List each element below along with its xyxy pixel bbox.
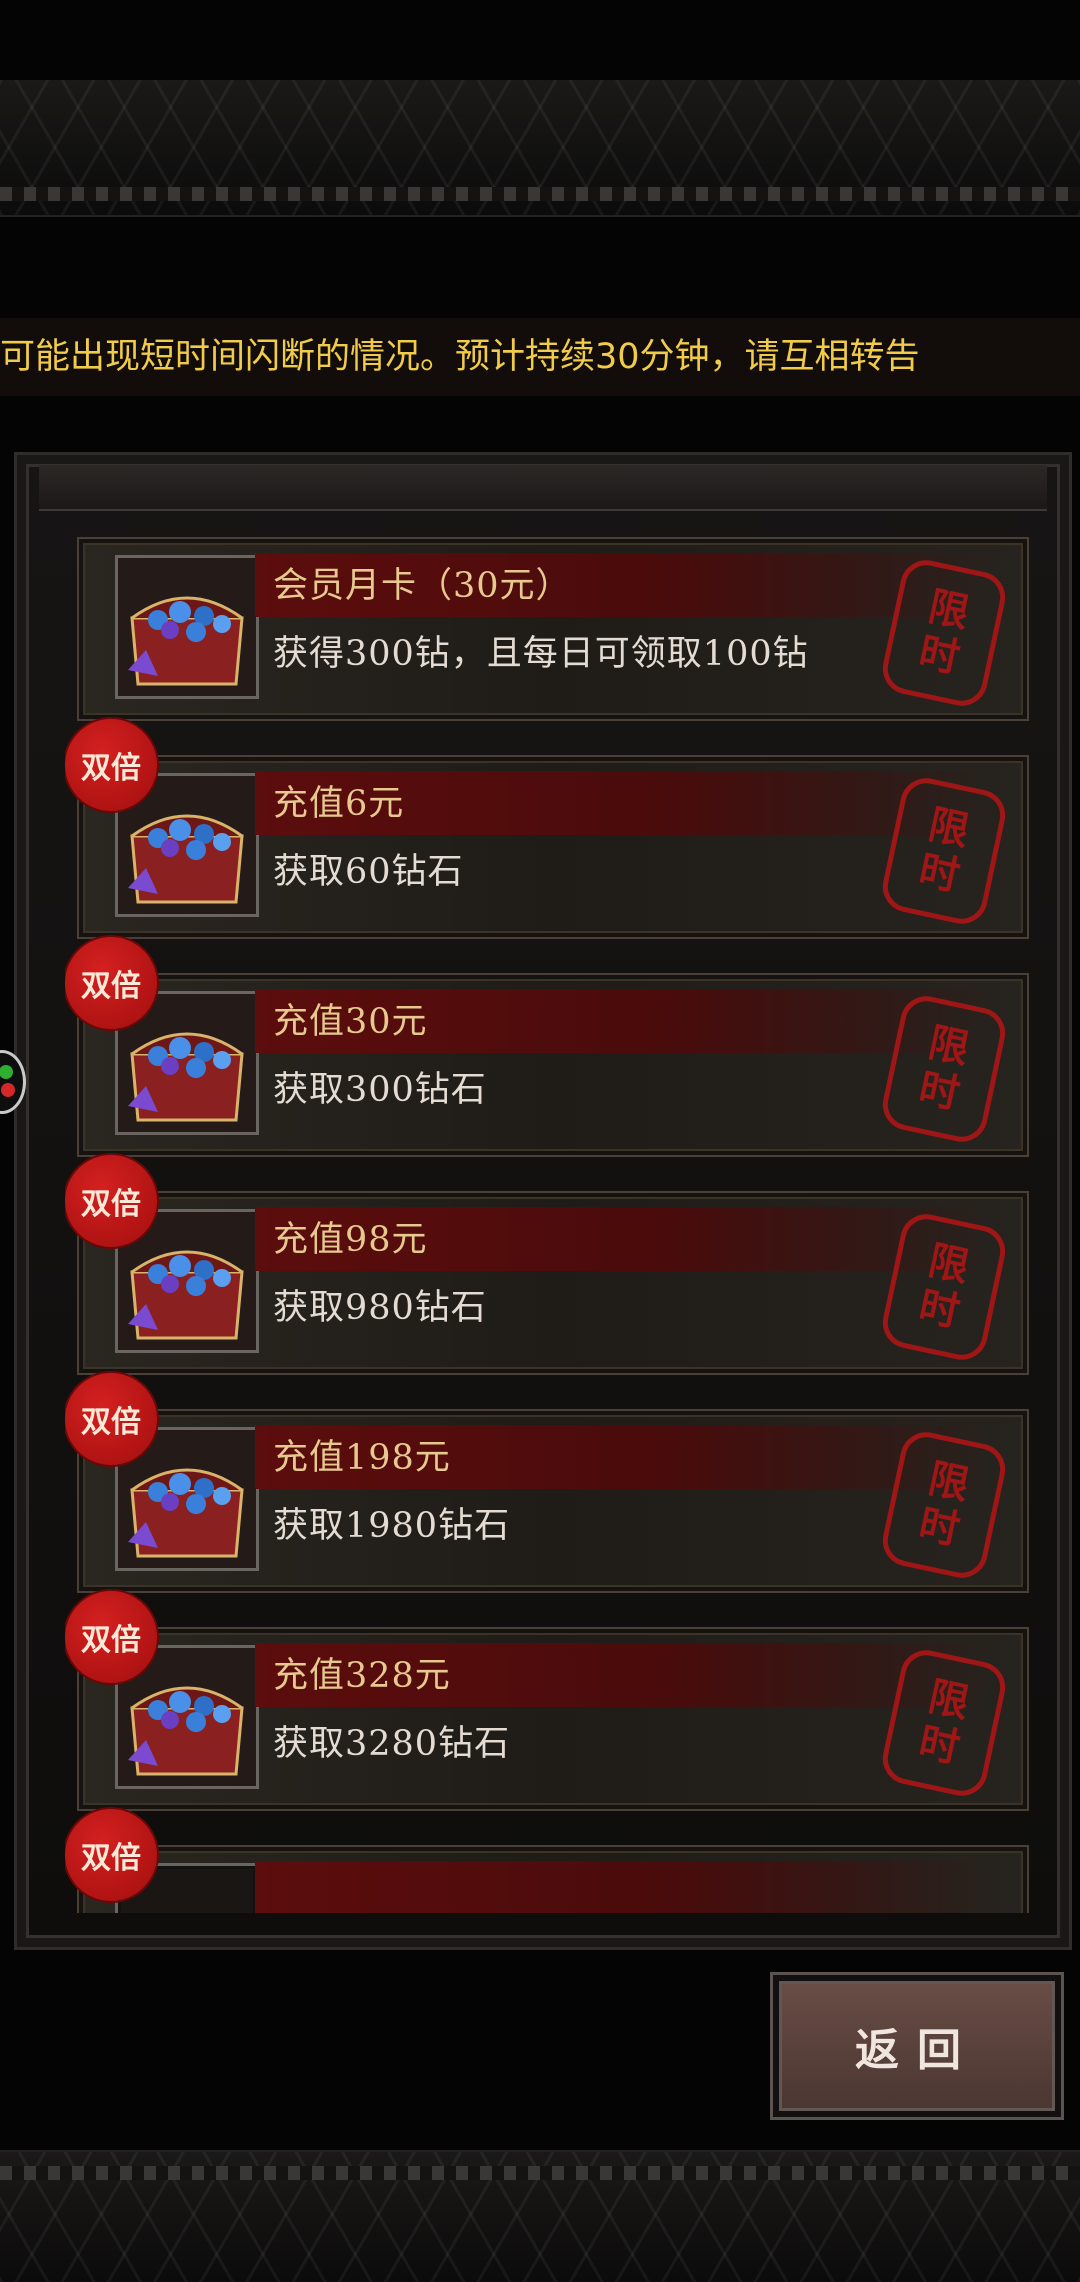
item-name: 充值30元 xyxy=(273,1002,428,1042)
double-badge: 双倍 xyxy=(65,719,157,811)
recharge-item-328[interactable]: 双倍 充值328元 获取3280钻石 限时 xyxy=(65,1591,1029,1811)
recharge-list[interactable]: 会员月卡（30元） 获得300钻，且每日可领取100钻 限时 双倍 充值6元 获… xyxy=(65,537,1037,1913)
item-name: 充值198元 xyxy=(273,1438,451,1478)
top-ornament-band xyxy=(0,80,1080,217)
recharge-item-monthly-card[interactable]: 会员月卡（30元） 获得300钻，且每日可领取100钻 限时 xyxy=(77,537,1029,721)
double-badge: 双倍 xyxy=(65,937,157,1029)
gem-chest-icon xyxy=(115,555,259,699)
item-description: 获取3280钻石 xyxy=(273,1724,511,1764)
item-description: 获取60钻石 xyxy=(273,852,464,892)
item-description: 获取1980钻石 xyxy=(273,1506,511,1546)
green-dot-icon xyxy=(0,1065,13,1079)
item-name: 会员月卡（30元） xyxy=(273,566,572,606)
item-description: 获取300钻石 xyxy=(273,1070,487,1110)
item-description: 获得300钻，且每日可领取100钻 xyxy=(273,634,809,674)
double-badge: 双倍 xyxy=(65,1591,157,1683)
announcement-marquee: 可能出现短时间闪断的情况。预计持续30分钟，请互相转告 xyxy=(0,318,1080,396)
recharge-item-30[interactable]: 双倍 充值30元 获取300钻石 限时 xyxy=(65,937,1029,1157)
panel-header-bar xyxy=(39,465,1047,511)
bottom-ornament-band xyxy=(0,2150,1080,2282)
item-name: 充值98元 xyxy=(273,1220,428,1260)
recharge-item-198[interactable]: 双倍 充值198元 获取1980钻石 限时 xyxy=(65,1373,1029,1593)
recharge-item-partial[interactable]: 双倍 xyxy=(65,1809,1029,1913)
item-title-banner xyxy=(255,1861,989,1913)
shop-panel: 会员月卡（30元） 获得300钻，且每日可领取100钻 限时 双倍 充值6元 获… xyxy=(14,452,1072,1950)
double-badge: 双倍 xyxy=(65,1809,157,1901)
back-button[interactable]: 返回 xyxy=(770,1972,1064,2120)
recharge-item-6[interactable]: 双倍 充值6元 获取60钻石 限时 xyxy=(65,719,1029,939)
double-badge: 双倍 xyxy=(65,1155,157,1247)
item-description: 获取980钻石 xyxy=(273,1288,487,1328)
announcement-text: 可能出现短时间闪断的情况。预计持续30分钟，请互相转告 xyxy=(0,337,920,377)
item-name: 充值6元 xyxy=(273,784,405,824)
recharge-item-98[interactable]: 双倍 充值98元 获取980钻石 限时 xyxy=(65,1155,1029,1375)
double-badge: 双倍 xyxy=(65,1373,157,1465)
item-name: 充值328元 xyxy=(273,1656,451,1696)
red-dot-icon xyxy=(1,1083,15,1097)
